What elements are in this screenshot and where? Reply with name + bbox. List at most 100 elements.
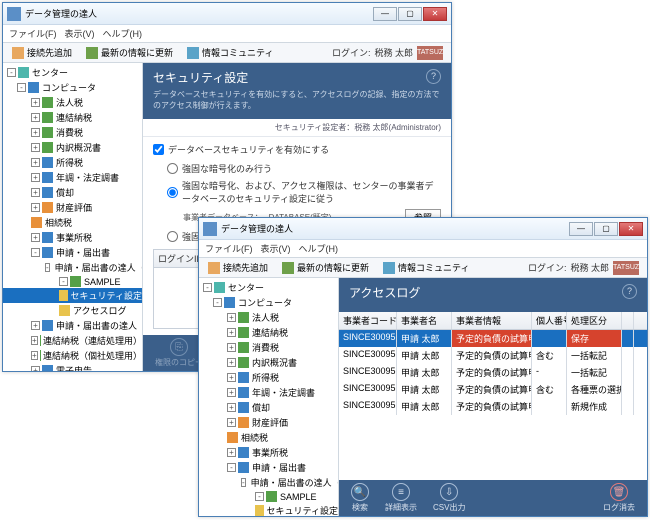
expand-icon[interactable]: + [227, 313, 236, 322]
accesslog-table[interactable]: 事業者コード 事業者名 事業者情報 個人番号 処理区分 SINCE30095甲請… [339, 312, 647, 480]
tree-node-shokyaku[interactable]: +償却 [199, 400, 338, 415]
maximize-button[interactable]: ▢ [398, 7, 422, 21]
minimize-button[interactable]: — [569, 222, 593, 236]
tree-node-naiyaku[interactable]: +内訳概況書 [3, 140, 142, 155]
table-row[interactable]: SINCE30095甲請 太郎予定的負債の試算甲請保存 [339, 330, 647, 347]
menu-view[interactable]: 表示(V) [261, 242, 291, 255]
tree-node-rensetsu3[interactable]: +連結納税（個社処理用） [3, 348, 142, 363]
refresh-button[interactable]: 最新の情報に更新 [277, 259, 374, 276]
expand-icon[interactable]: + [31, 158, 40, 167]
expand-icon[interactable]: + [31, 366, 40, 371]
tree-node-rensetsu[interactable]: +連結納税 [3, 110, 142, 125]
add-connection-button[interactable]: 接続先追加 [7, 44, 77, 61]
expand-icon[interactable]: + [31, 188, 40, 197]
expand-icon[interactable]: + [227, 388, 236, 397]
nav-tree[interactable]: -センター-コンピュータ+法人税+連結納税+消費税+内訳概況書+所得税+年調・法… [3, 63, 143, 371]
table-row[interactable]: SINCE30095甲請 太郎予定的負債の試算甲請-一括転記 [339, 364, 647, 381]
table-row[interactable]: SINCE30095甲請 太郎予定的負債の試算甲請含む一括転記 [339, 347, 647, 364]
menu-file[interactable]: ファイル(F) [205, 242, 253, 255]
collapse-icon[interactable]: - [241, 478, 246, 487]
help-icon[interactable]: ? [426, 69, 441, 84]
expand-icon[interactable]: + [227, 448, 236, 457]
tree-node-nencho[interactable]: +年調・法定調書 [3, 170, 142, 185]
minimize-button[interactable]: — [373, 7, 397, 21]
enable-security-checkbox[interactable]: データベースセキュリティを有効にする [153, 143, 441, 156]
close-button[interactable]: ✕ [619, 222, 643, 236]
radio-encrypt-only[interactable]: 強固な暗号化のみ行う [167, 162, 441, 175]
tree-node-shotoku[interactable]: +所得税 [3, 155, 142, 170]
col-info[interactable]: 事業者情報 [452, 312, 532, 329]
expand-icon[interactable]: + [31, 128, 40, 137]
enable-security-input[interactable] [153, 144, 164, 155]
radio-follow-center[interactable]: 強固な暗号化、および、アクセス権限は、センターの事業者データベースのセキュリティ… [167, 179, 441, 205]
tree-node-hojin[interactable]: +法人税 [199, 310, 338, 325]
tree-node-root[interactable]: -センター [3, 65, 142, 80]
table-row[interactable]: SINCE30095甲請 太郎予定的負債の試算甲請新規作成 [339, 398, 647, 415]
tree-node-rensetsu2[interactable]: +連結納税（連結処理用） [3, 333, 142, 348]
col-name[interactable]: 事業者名 [397, 312, 452, 329]
expand-icon[interactable]: + [31, 98, 40, 107]
tree-node-sozokuzei[interactable]: 相続税 [3, 215, 142, 230]
tree-node-sample[interactable]: -SAMPLE [199, 490, 338, 503]
expand-icon[interactable]: + [31, 203, 40, 212]
tree-node-shinkoku_tatsujin[interactable]: -申請・届出書の達人（平成29年度以降用） [199, 475, 338, 490]
expand-icon[interactable]: + [227, 418, 236, 427]
tree-node-sec[interactable]: セキュリティ設定 [3, 288, 142, 303]
help-icon[interactable]: ? [622, 284, 637, 299]
tree-node-root[interactable]: -センター [199, 280, 338, 295]
collapse-icon[interactable]: - [31, 248, 40, 257]
collapse-icon[interactable]: - [7, 68, 16, 77]
tree-node-naiyaku[interactable]: +内訳概況書 [199, 355, 338, 370]
tree-node-shisan[interactable]: +財産評価 [3, 200, 142, 215]
tree-node-hojin[interactable]: +法人税 [3, 95, 142, 110]
expand-icon[interactable]: + [227, 358, 236, 367]
tree-node-nencho[interactable]: +年調・法定調書 [199, 385, 338, 400]
tree-node-shinkoku2[interactable]: +申請・届出書の達人 [3, 318, 142, 333]
collapse-icon[interactable]: - [227, 463, 236, 472]
erase-log-button[interactable]: 🗑ログ消去 [597, 481, 641, 515]
expand-icon[interactable]: + [227, 328, 236, 337]
csv-button[interactable]: ⇩CSV出力 [427, 481, 471, 515]
maximize-button[interactable]: ▢ [594, 222, 618, 236]
collapse-icon[interactable]: - [17, 83, 26, 92]
nav-tree[interactable]: -センター-コンピュータ+法人税+連結納税+消費税+内訳概況書+所得税+年調・法… [199, 278, 339, 516]
tree-node-shinkoku[interactable]: -申請・届出書 [3, 245, 142, 260]
collapse-icon[interactable]: - [45, 263, 50, 272]
detail-button[interactable]: ≡詳細表示 [379, 481, 423, 515]
tree-node-shinkoku[interactable]: -申請・届出書 [199, 460, 338, 475]
refresh-button[interactable]: 最新の情報に更新 [81, 44, 178, 61]
expand-icon[interactable]: + [31, 173, 40, 182]
window-titlebar[interactable]: データ管理の達人 — ▢ ✕ [3, 3, 451, 25]
menu-help[interactable]: ヘルプ(H) [299, 242, 339, 255]
expand-icon[interactable]: + [31, 336, 38, 345]
expand-icon[interactable]: + [227, 403, 236, 412]
menu-view[interactable]: 表示(V) [65, 27, 95, 40]
tree-node-denshi[interactable]: +電子申告 [3, 363, 142, 371]
community-button[interactable]: 情報コミュニティ [378, 259, 474, 276]
tree-node-shohi[interactable]: +消費税 [3, 125, 142, 140]
col-extra[interactable] [622, 312, 634, 329]
tree-node-jigyosho[interactable]: +事業所税 [199, 445, 338, 460]
collapse-icon[interactable]: - [255, 492, 264, 501]
table-row[interactable]: SINCE30095甲請 太郎予定的負債の試算甲請含む各種票の選択 [339, 381, 647, 398]
col-mynumber[interactable]: 個人番号 [532, 312, 567, 329]
tree-node-sample[interactable]: -SAMPLE [3, 275, 142, 288]
expand-icon[interactable]: + [31, 321, 40, 330]
tree-node-computer[interactable]: -コンピュータ [199, 295, 338, 310]
collapse-icon[interactable]: - [213, 298, 222, 307]
expand-icon[interactable]: + [31, 113, 40, 122]
window-titlebar[interactable]: データ管理の達人 — ▢ ✕ [199, 218, 647, 240]
close-button[interactable]: ✕ [423, 7, 447, 21]
tree-node-shotoku[interactable]: +所得税 [199, 370, 338, 385]
tree-node-log[interactable]: アクセスログ [3, 303, 142, 318]
collapse-icon[interactable]: - [59, 277, 68, 286]
tree-node-shohi[interactable]: +消費税 [199, 340, 338, 355]
tree-node-computer[interactable]: -コンピュータ [3, 80, 142, 95]
tree-node-shinkoku_tatsujin[interactable]: -申請・届出書の達人（平成29年度以降用） [3, 260, 142, 275]
search-button[interactable]: 🔍検索 [345, 481, 375, 515]
tree-node-sozokuzei[interactable]: 相続税 [199, 430, 338, 445]
tree-node-rensetsu[interactable]: +連結納税 [199, 325, 338, 340]
expand-icon[interactable]: + [227, 373, 236, 382]
tree-node-shokyaku[interactable]: +償却 [3, 185, 142, 200]
collapse-icon[interactable]: - [203, 283, 212, 292]
